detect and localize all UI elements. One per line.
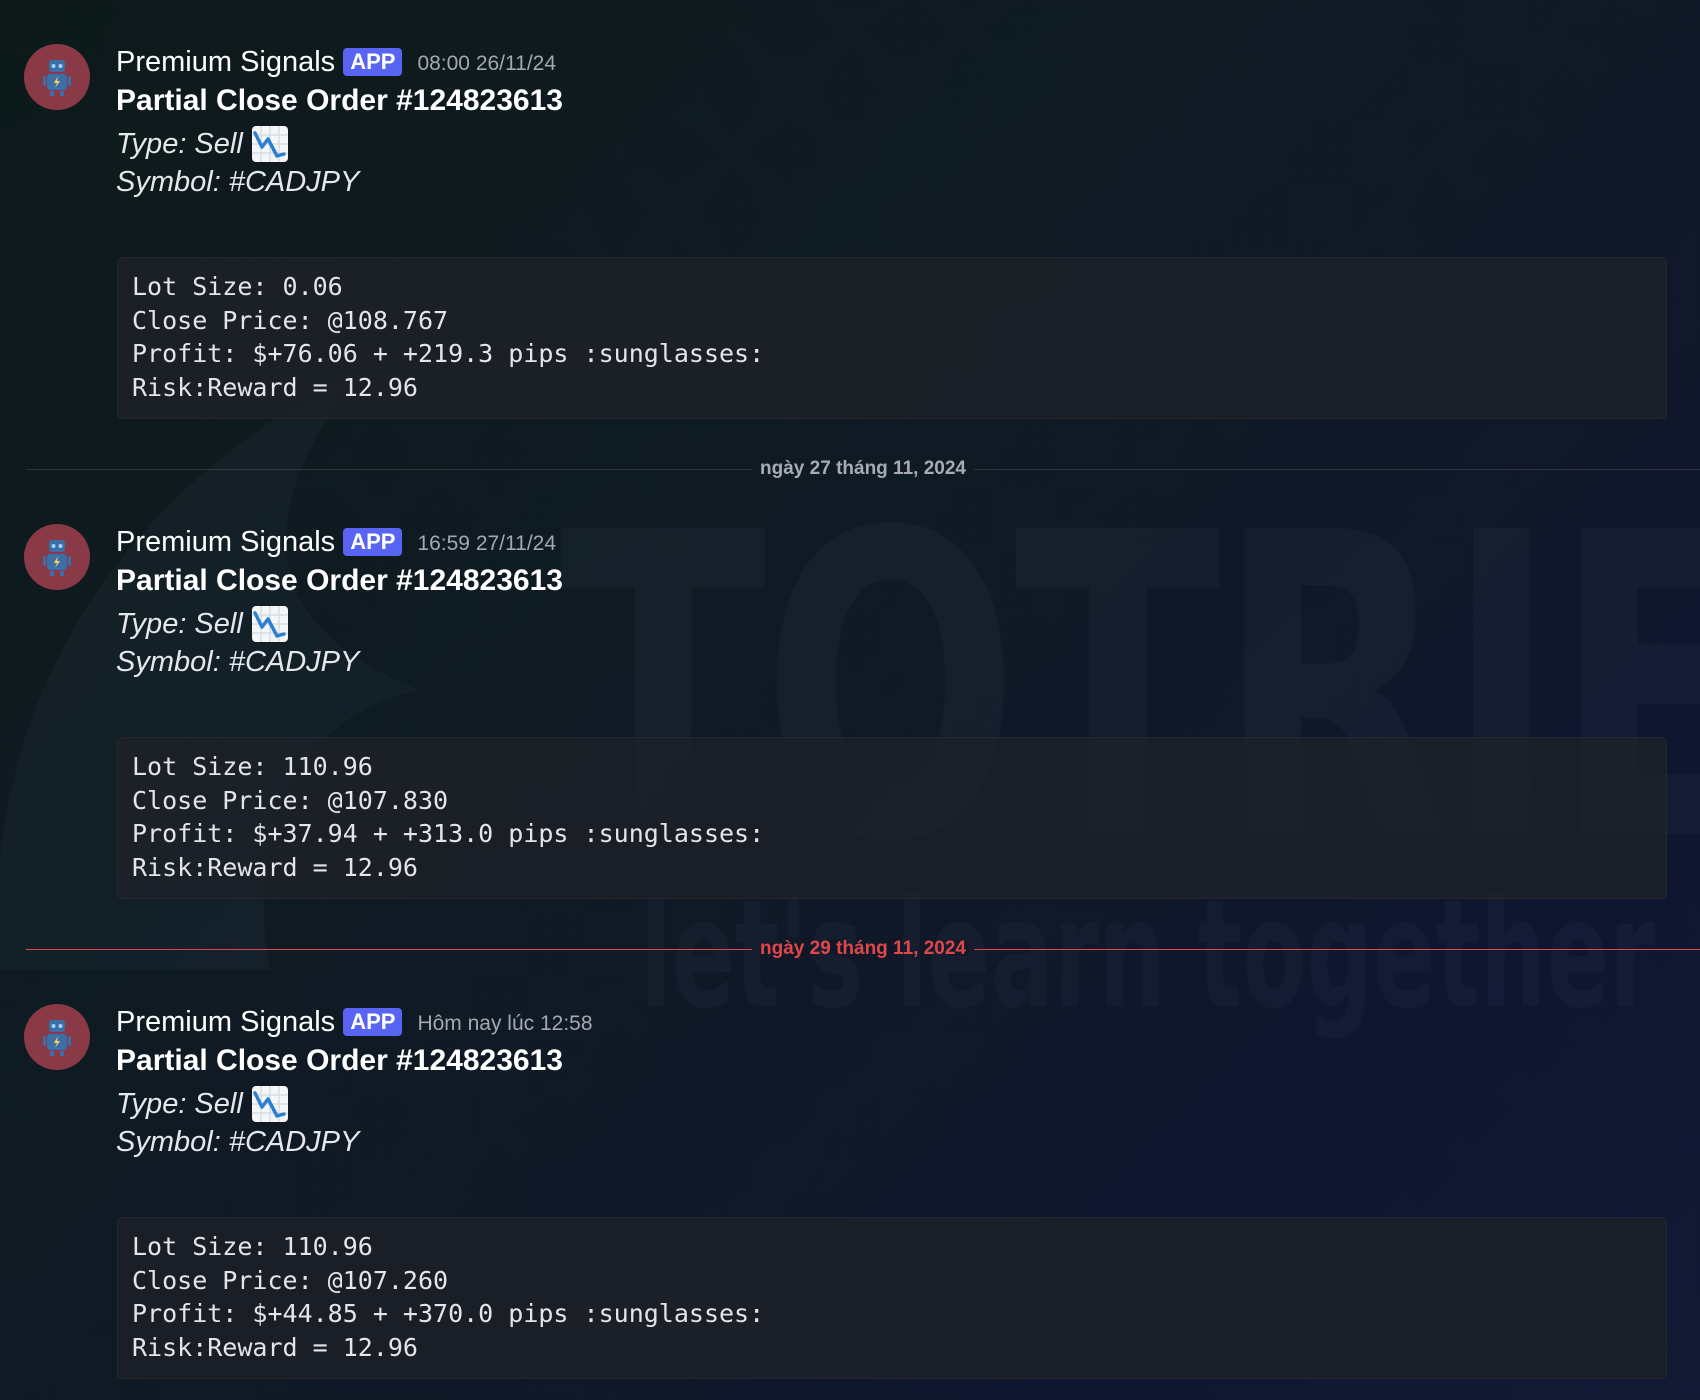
profit: Profit: $+37.94 + +313.0 pips :sunglasse… bbox=[132, 819, 765, 848]
lot-size: Lot Size: 110.96 bbox=[132, 1232, 373, 1261]
risk-reward: Risk:Reward = 12.96 bbox=[132, 372, 418, 402]
message-title: Partial Close Order #124823613 bbox=[116, 84, 563, 117]
type-line: Type: Sell bbox=[116, 1085, 289, 1123]
lot-size: Lot Size: 0.06 bbox=[132, 272, 343, 301]
divider-line bbox=[973, 468, 1700, 470]
symbol-line: Symbol: #CADJPY bbox=[116, 646, 360, 678]
avatar[interactable] bbox=[24, 44, 90, 110]
app-badge: APP bbox=[343, 48, 403, 76]
close-price: Close Price: @108.767 bbox=[132, 305, 449, 335]
code-block[interactable]: Lot Size: 110.96 Close Price: @107.260 P… bbox=[117, 1217, 1667, 1379]
date-divider-new: ngày 29 tháng 11, 2024 bbox=[26, 937, 1700, 961]
robot-icon bbox=[43, 540, 71, 576]
app-badge: APP bbox=[343, 528, 403, 556]
chart-decreasing-icon bbox=[251, 1086, 288, 1122]
code-block[interactable]: Lot Size: 0.06 Close Price: @108.767 Pro… bbox=[117, 257, 1667, 419]
message-title: Partial Close Order #124823613 bbox=[116, 564, 563, 597]
chart-decreasing-icon bbox=[251, 126, 288, 162]
close-price: Close Price: @107.830 bbox=[132, 785, 449, 815]
divider-line bbox=[26, 948, 753, 950]
lot-size: Lot Size: 110.96 bbox=[132, 752, 373, 781]
risk-reward: Risk:Reward = 12.96 bbox=[132, 1332, 418, 1362]
type-text: Type: Sell bbox=[116, 127, 243, 160]
robot-icon bbox=[43, 60, 71, 96]
avatar[interactable] bbox=[24, 524, 90, 590]
avatar[interactable] bbox=[24, 1004, 90, 1070]
close-price: Close Price: @107.260 bbox=[132, 1265, 449, 1295]
timestamp[interactable]: Hôm nay lúc 12:58 bbox=[417, 1012, 592, 1036]
symbol-line: Symbol: #CADJPY bbox=[116, 1126, 360, 1158]
risk-reward: Risk:Reward = 12.96 bbox=[132, 852, 418, 882]
author-name[interactable]: Premium Signals bbox=[116, 46, 335, 79]
timestamp[interactable]: 16:59 27/11/24 bbox=[417, 532, 556, 556]
profit: Profit: $+76.06 + +219.3 pips :sunglasse… bbox=[132, 339, 765, 368]
profit: Profit: $+44.85 + +370.0 pips :sunglasse… bbox=[132, 1299, 765, 1328]
message-title: Partial Close Order #124823613 bbox=[116, 1044, 563, 1077]
divider-date: ngày 29 tháng 11, 2024 bbox=[760, 938, 966, 959]
author-name[interactable]: Premium Signals bbox=[116, 1006, 335, 1039]
timestamp[interactable]: 08:00 26/11/24 bbox=[417, 52, 556, 76]
chart-decreasing-icon bbox=[251, 606, 288, 642]
type-line: Type: Sell bbox=[116, 125, 289, 163]
watermark-swoosh bbox=[0, 370, 420, 970]
type-line: Type: Sell bbox=[116, 605, 289, 643]
message-header: Premium Signals APP Hôm nay lúc 12:58 bbox=[116, 1004, 593, 1040]
divider-line bbox=[26, 468, 753, 470]
type-text: Type: Sell bbox=[116, 607, 243, 640]
symbol-line: Symbol: #CADJPY bbox=[116, 166, 360, 198]
message-header: Premium Signals APP 08:00 26/11/24 bbox=[116, 44, 556, 80]
type-text: Type: Sell bbox=[116, 1087, 243, 1120]
date-divider: ngày 27 tháng 11, 2024 bbox=[26, 457, 1700, 481]
author-name[interactable]: Premium Signals bbox=[116, 526, 335, 559]
divider-line bbox=[973, 948, 1700, 950]
code-block[interactable]: Lot Size: 110.96 Close Price: @107.830 P… bbox=[117, 737, 1667, 899]
message-header: Premium Signals APP 16:59 27/11/24 bbox=[116, 524, 556, 560]
app-badge: APP bbox=[343, 1008, 403, 1036]
robot-icon bbox=[43, 1020, 71, 1056]
divider-date: ngày 27 tháng 11, 2024 bbox=[760, 458, 966, 479]
